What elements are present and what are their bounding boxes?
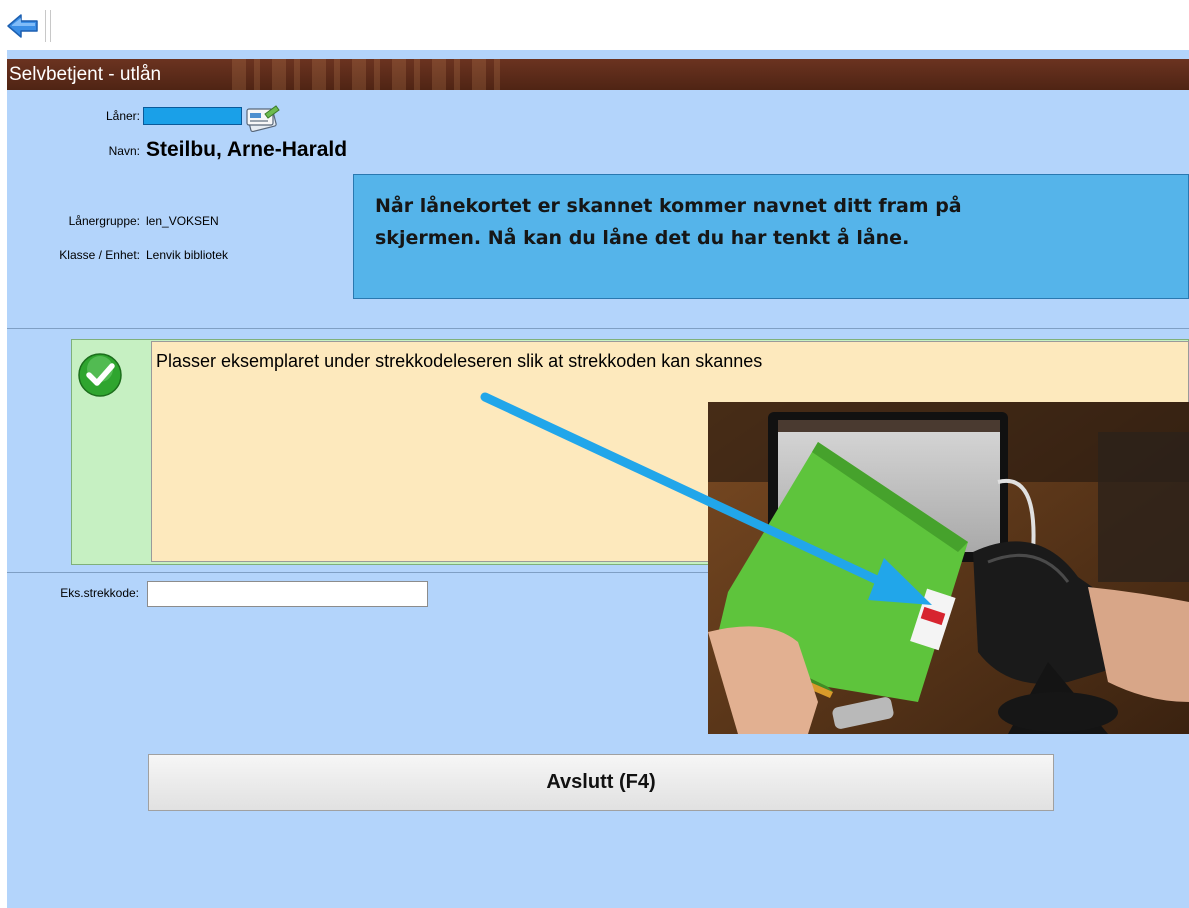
instruction-text: Plasser eksemplaret under strekkodeleser…	[156, 351, 763, 371]
patron-group: len_VOKSEN	[146, 214, 219, 228]
name-label: Navn:	[108, 144, 140, 158]
laner-field[interactable]	[143, 107, 242, 125]
laner-label: Låner:	[105, 109, 140, 123]
barcode-label: Eks.strekkode:	[60, 586, 139, 600]
window-title: Selvbetjent - utlån	[9, 64, 162, 85]
toolbar	[0, 0, 1189, 48]
callout-line-1: Når lånekortet er skannet kommer navnet …	[375, 195, 962, 217]
section-divider	[7, 328, 1189, 329]
group-label: Lånergruppe:	[68, 214, 140, 228]
toolbar-separator	[50, 10, 51, 42]
checkmark-icon	[78, 353, 122, 397]
callout-line-2: skjermen. Nå kan du låne det du har tenk…	[375, 227, 910, 249]
barcode-input[interactable]	[147, 581, 428, 607]
back-arrow-icon[interactable]	[6, 12, 40, 40]
self-checkout-panel: Selvbetjent - utlån Låner: Navn: Steilbu…	[7, 50, 1189, 908]
instruction-callout: Når lånekortet er skannet kommer navnet …	[353, 174, 1189, 299]
exit-button[interactable]: Avslutt (F4)	[148, 754, 1054, 811]
patron-name: Steilbu, Arne-Harald	[146, 138, 348, 161]
title-decoration	[232, 59, 512, 90]
library-card-icon[interactable]	[245, 104, 281, 132]
unit-label: Klasse / Enhet:	[59, 248, 140, 262]
toolbar-separator	[45, 10, 46, 42]
patron-unit: Lenvik bibliotek	[146, 248, 229, 262]
barcode-scanner-photo	[708, 402, 1189, 734]
window-title-bar: Selvbetjent - utlån	[7, 59, 1189, 90]
